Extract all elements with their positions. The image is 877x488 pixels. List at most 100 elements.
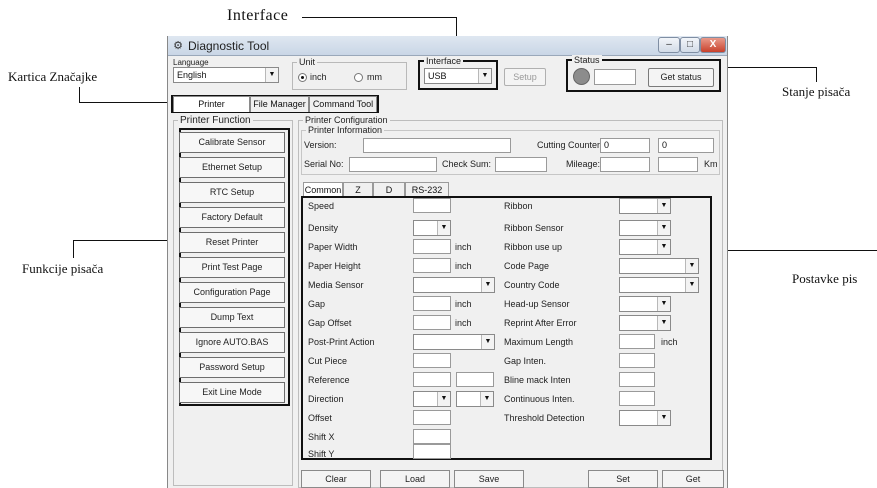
paper-height-label: Paper Height	[308, 261, 361, 271]
shift-x-field[interactable]	[413, 429, 451, 444]
annotation-postavke: Postavke pis	[792, 271, 858, 286]
post-print-action-label: Post-Print Action	[308, 337, 375, 347]
cut-piece-field[interactable]	[413, 353, 451, 368]
leader-line	[73, 240, 74, 258]
chevron-down-icon: ▼	[478, 69, 491, 83]
tab-d[interactable]: D	[373, 182, 405, 197]
direction-select[interactable]: ▼	[413, 391, 451, 407]
maximum-length-label: Maximum Length	[504, 337, 574, 347]
reference-y-field[interactable]	[456, 372, 494, 387]
printer-function-title: Printer Function	[178, 115, 253, 126]
speed-field[interactable]	[413, 198, 451, 213]
country-code-label: Country Code	[504, 280, 560, 290]
gap-offset-unit: inch	[455, 318, 472, 328]
reference-x-field[interactable]	[413, 372, 451, 387]
speed-label: Speed	[308, 201, 335, 211]
continuous-inten-field[interactable]	[619, 391, 655, 406]
status-indicator	[573, 68, 590, 85]
offset-field[interactable]	[413, 410, 451, 425]
leader-line	[816, 67, 817, 82]
code-page-select[interactable]: ▼	[619, 258, 699, 274]
gap-inten-label: Gap Inten.	[504, 356, 547, 366]
tab-common[interactable]: Common	[303, 182, 343, 197]
unit-inch-radio[interactable]	[298, 73, 307, 82]
ribbon-sensor-select[interactable]: ▼	[619, 220, 671, 236]
paper-width-unit: inch	[455, 242, 472, 252]
annotation-stanje: Stanje pisača	[782, 84, 851, 99]
tab-printer-configuration[interactable]: Printer Configuration	[173, 96, 250, 124]
dump-text-button[interactable]: Dump Text	[179, 307, 285, 328]
unit-inch-label: inch	[310, 72, 327, 82]
cutting-counter-label: Cutting Counter:	[537, 140, 603, 150]
chevron-down-icon: ▼	[657, 411, 670, 425]
print-test-page-button[interactable]: Print Test Page	[179, 257, 285, 278]
maximize-button[interactable]: □	[680, 37, 700, 53]
load-button[interactable]: Load	[380, 470, 450, 488]
window-title: Diagnostic Tool	[188, 39, 270, 53]
mileage-label: Mileage:	[566, 159, 601, 169]
password-setup-button[interactable]: Password Setup	[179, 357, 285, 378]
tab-file-manager[interactable]: File Manager	[250, 96, 309, 112]
get-status-button[interactable]: Get status	[648, 68, 714, 87]
tab-z[interactable]: Z	[343, 182, 373, 197]
chevron-down-icon: ▼	[657, 240, 670, 254]
mirror-select[interactable]: ▼	[456, 391, 494, 407]
ignore-autobas-button[interactable]: Ignore AUTO.BAS	[179, 332, 285, 353]
ribbon-use-up-select[interactable]: ▼	[619, 239, 671, 255]
language-select[interactable]: English ▼	[173, 67, 279, 83]
head-up-sensor-label: Head-up Sensor	[504, 299, 570, 309]
clear-button[interactable]: Clear	[301, 470, 371, 488]
threshold-detection-select[interactable]: ▼	[619, 410, 671, 426]
interface-value: USB	[428, 71, 447, 81]
calibrate-sensor-button[interactable]: Calibrate Sensor	[179, 132, 285, 153]
reprint-after-error-select[interactable]: ▼	[619, 315, 671, 331]
shift-y-label: Shift Y	[308, 449, 335, 459]
media-sensor-label: Media Sensor	[308, 280, 364, 290]
chevron-down-icon: ▼	[657, 221, 670, 235]
gap-field[interactable]	[413, 296, 451, 311]
leader-line	[79, 87, 80, 103]
diagnostic-tool-window: ⚙ Diagnostic Tool – □ X Language English…	[167, 36, 728, 488]
post-print-action-select[interactable]: ▼	[413, 334, 495, 350]
factory-default-button[interactable]: Factory Default	[179, 207, 285, 228]
save-button[interactable]: Save	[454, 470, 524, 488]
reset-printer-button[interactable]: Reset Printer	[179, 232, 285, 253]
tab-command-tool[interactable]: Command Tool	[309, 96, 377, 112]
paper-height-field[interactable]	[413, 258, 451, 273]
close-button[interactable]: X	[700, 37, 726, 53]
mileage-field-2	[658, 157, 698, 172]
head-up-sensor-select[interactable]: ▼	[619, 296, 671, 312]
leader-line	[79, 102, 171, 103]
app-icon: ⚙	[173, 40, 183, 52]
get-button[interactable]: Get	[662, 470, 724, 488]
language-value: English	[177, 70, 207, 80]
shift-y-field[interactable]	[413, 444, 451, 459]
bline-mark-inten-label: Bline mack Inten	[504, 375, 571, 385]
interface-select[interactable]: USB ▼	[424, 68, 492, 84]
media-sensor-select[interactable]: ▼	[413, 277, 495, 293]
minimize-button[interactable]: –	[658, 37, 680, 53]
status-label: Status	[572, 55, 602, 66]
ribbon-select[interactable]: ▼	[619, 198, 671, 214]
density-label: Density	[308, 223, 339, 233]
gap-offset-field[interactable]	[413, 315, 451, 330]
leader-line	[711, 250, 877, 251]
configuration-page-button[interactable]: Configuration Page	[179, 282, 285, 303]
maximum-length-field[interactable]	[619, 334, 655, 349]
exit-line-mode-button[interactable]: Exit Line Mode	[179, 382, 285, 403]
printer-information-title: Printer Information	[306, 125, 385, 136]
bline-mark-inten-field[interactable]	[619, 372, 655, 387]
ethernet-setup-button[interactable]: Ethernet Setup	[179, 157, 285, 178]
set-button[interactable]: Set	[588, 470, 658, 488]
density-select[interactable]: ▼	[413, 220, 451, 236]
gap-inten-field[interactable]	[619, 353, 655, 368]
setup-button[interactable]: Setup	[504, 68, 546, 86]
unit-mm-radio[interactable]	[354, 73, 363, 82]
chevron-down-icon: ▼	[265, 68, 278, 82]
rtc-setup-button[interactable]: RTC Setup	[179, 182, 285, 203]
tab-rs232[interactable]: RS-232	[405, 182, 449, 197]
serial-field	[349, 157, 437, 172]
country-code-select[interactable]: ▼	[619, 277, 699, 293]
paper-width-field[interactable]	[413, 239, 451, 254]
maximum-length-unit: inch	[661, 337, 678, 347]
